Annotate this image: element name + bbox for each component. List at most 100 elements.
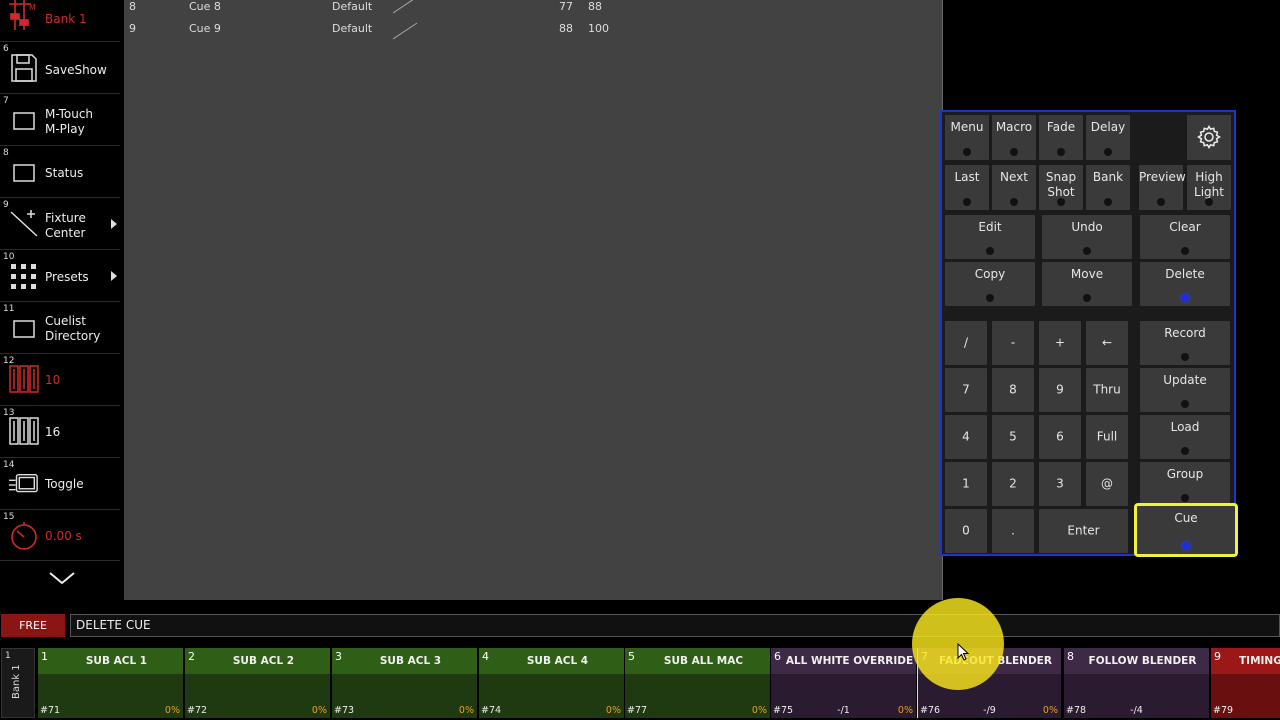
sidebar-item-saveshow[interactable]: 6 SaveShow: [0, 43, 120, 94]
snapshot-key[interactable]: Snap Shot: [1039, 165, 1083, 210]
key-label: Full: [1096, 429, 1118, 444]
key-label: Bank: [1092, 170, 1124, 184]
undo-key[interactable]: Undo: [1042, 215, 1132, 259]
sidebar-item-faders-16[interactable]: 13 16: [0, 407, 120, 458]
cuelist-id: #74: [481, 705, 502, 716]
sidebar-item-presets[interactable]: 10 Presets: [0, 251, 120, 302]
load-key[interactable]: Load: [1140, 415, 1230, 459]
at-key[interactable]: @: [1086, 462, 1128, 506]
sidebar-item-label: M-Touch M-Play: [45, 107, 94, 136]
decimal-key[interactable]: .: [992, 509, 1034, 553]
sidebar-item-bank[interactable]: M Bank 1: [0, 0, 120, 42]
macro-key[interactable]: Macro: [992, 115, 1036, 160]
num-6-key[interactable]: 6: [1039, 415, 1081, 459]
sidebar-item-number: 8: [3, 148, 9, 158]
key-led: [1083, 294, 1091, 302]
group-key[interactable]: Group: [1140, 462, 1230, 506]
cue-key[interactable]: Cue: [1134, 503, 1238, 557]
cuelist-id: #72: [187, 705, 208, 716]
sidebar-item-number: 9: [3, 200, 9, 210]
sidebar-item-fixture-center[interactable]: 9 Fixture Center: [0, 199, 120, 250]
num-3-key[interactable]: 3: [1039, 462, 1081, 506]
playback-fader-3[interactable]: 3 SUB ACL 3 #73 0%: [331, 648, 477, 718]
key-led-active: [1181, 294, 1189, 302]
preview-key[interactable]: Preview: [1139, 165, 1186, 210]
playback-fader-5[interactable]: 5 SUB ALL MAC #77 0%: [624, 648, 770, 718]
num-8-key[interactable]: 8: [992, 368, 1034, 412]
num-2-key[interactable]: 2: [992, 462, 1034, 506]
delay-key[interactable]: Delay: [1086, 115, 1130, 160]
next-key[interactable]: Next: [992, 165, 1036, 210]
key-label: Thru: [1093, 382, 1121, 397]
sidebar-item-cuelist-directory[interactable]: 11 Cuelist Directory: [0, 303, 120, 354]
sidebar-item-mtouch[interactable]: 7 M-Touch M-Play: [0, 95, 120, 146]
playback-fader-4[interactable]: 4 SUB ACL 4 #74 0%: [478, 648, 624, 718]
sidebar-item-timer[interactable]: 15 0.00 s: [0, 511, 120, 561]
cue-number: 9: [129, 22, 136, 35]
record-key[interactable]: Record: [1140, 321, 1230, 365]
enter-key[interactable]: Enter: [1039, 509, 1128, 553]
highlight-key[interactable]: High Light: [1187, 165, 1231, 210]
key-label: Undo: [1071, 220, 1103, 234]
command-line-bar: FREE DELETE CUE: [0, 612, 1280, 638]
sidebar-item-toggle[interactable]: 14 Toggle: [0, 459, 120, 510]
cuelist-id: #79: [1213, 705, 1234, 716]
fader-level: 0%: [164, 705, 180, 716]
playback-fader-6[interactable]: 6 ALL WHITE OVERRIDE #75 -/1 0%: [770, 648, 916, 718]
bank-selector[interactable]: 1 Bank 1: [1, 648, 35, 718]
chevron-down-icon[interactable]: [48, 568, 76, 588]
thru-key[interactable]: Thru: [1086, 368, 1128, 412]
update-key[interactable]: Update: [1140, 368, 1230, 412]
key-label: Enter: [1067, 523, 1100, 538]
faders-icon: [9, 364, 39, 394]
fade-curve-icon: [392, 0, 418, 14]
num-7-key[interactable]: 7: [945, 368, 987, 412]
backspace-key[interactable]: ←: [1086, 321, 1128, 365]
key-led: [1205, 198, 1213, 206]
bank-key[interactable]: Bank: [1086, 165, 1130, 210]
faders-icon: [9, 416, 39, 446]
num-4-key[interactable]: 4: [945, 415, 987, 459]
num-0-key[interactable]: 0: [945, 509, 987, 553]
fader-name: SUB ACL 3: [379, 655, 442, 667]
playback-fader-8[interactable]: 8 FOLLOW BLENDER #78 -/4: [1063, 648, 1209, 718]
move-key[interactable]: Move: [1042, 262, 1132, 306]
copy-key[interactable]: Copy: [945, 262, 1035, 306]
edit-key[interactable]: Edit: [945, 215, 1035, 259]
delete-key[interactable]: Delete: [1140, 262, 1230, 306]
playback-fader-9[interactable]: 9 TIMING #79: [1210, 648, 1280, 718]
command-line-input[interactable]: DELETE CUE: [70, 614, 1280, 637]
key-led: [1104, 148, 1112, 156]
key-label: 2: [1009, 476, 1017, 491]
key-label: Last: [954, 170, 980, 184]
num-9-key[interactable]: 9: [1039, 368, 1081, 412]
num-5-key[interactable]: 5: [992, 415, 1034, 459]
cue-value-b: 100: [588, 22, 609, 35]
fade-key[interactable]: Fade: [1039, 115, 1083, 160]
clear-key[interactable]: Clear: [1140, 215, 1230, 259]
key-label: Macro: [995, 120, 1033, 134]
table-row[interactable]: 8 Cue 8 Default 77 88: [124, 0, 943, 22]
minus-key[interactable]: -: [992, 321, 1034, 365]
key-label: 6: [1056, 429, 1064, 444]
fader-level: 0%: [458, 705, 474, 716]
num-1-key[interactable]: 1: [945, 462, 987, 506]
cue-position: -/9: [983, 705, 996, 716]
last-key[interactable]: Last: [945, 165, 989, 210]
cuelist-id: #71: [40, 705, 61, 716]
key-label: Copy: [974, 267, 1006, 281]
settings-key[interactable]: [1187, 115, 1231, 160]
divide-key[interactable]: /: [945, 321, 987, 365]
table-row[interactable]: 9 Cue 9 Default 88 100: [124, 22, 943, 44]
playback-fader-1[interactable]: 1 SUB ACL 1 #71 0%: [37, 648, 183, 718]
playback-fader-2[interactable]: 2 SUB ACL 2 #72 0%: [184, 648, 330, 718]
menu-key[interactable]: Menu: [945, 115, 989, 160]
fader-level: 0%: [751, 705, 767, 716]
full-key[interactable]: Full: [1086, 415, 1128, 459]
plus-key[interactable]: +: [1039, 321, 1081, 365]
sidebar-item-faders-10[interactable]: 12 10: [0, 355, 120, 406]
free-mode-button[interactable]: FREE: [1, 614, 65, 637]
sidebar-item-status[interactable]: 8 Status: [0, 147, 120, 198]
key-label: 4: [962, 429, 970, 444]
key-led: [1057, 148, 1065, 156]
